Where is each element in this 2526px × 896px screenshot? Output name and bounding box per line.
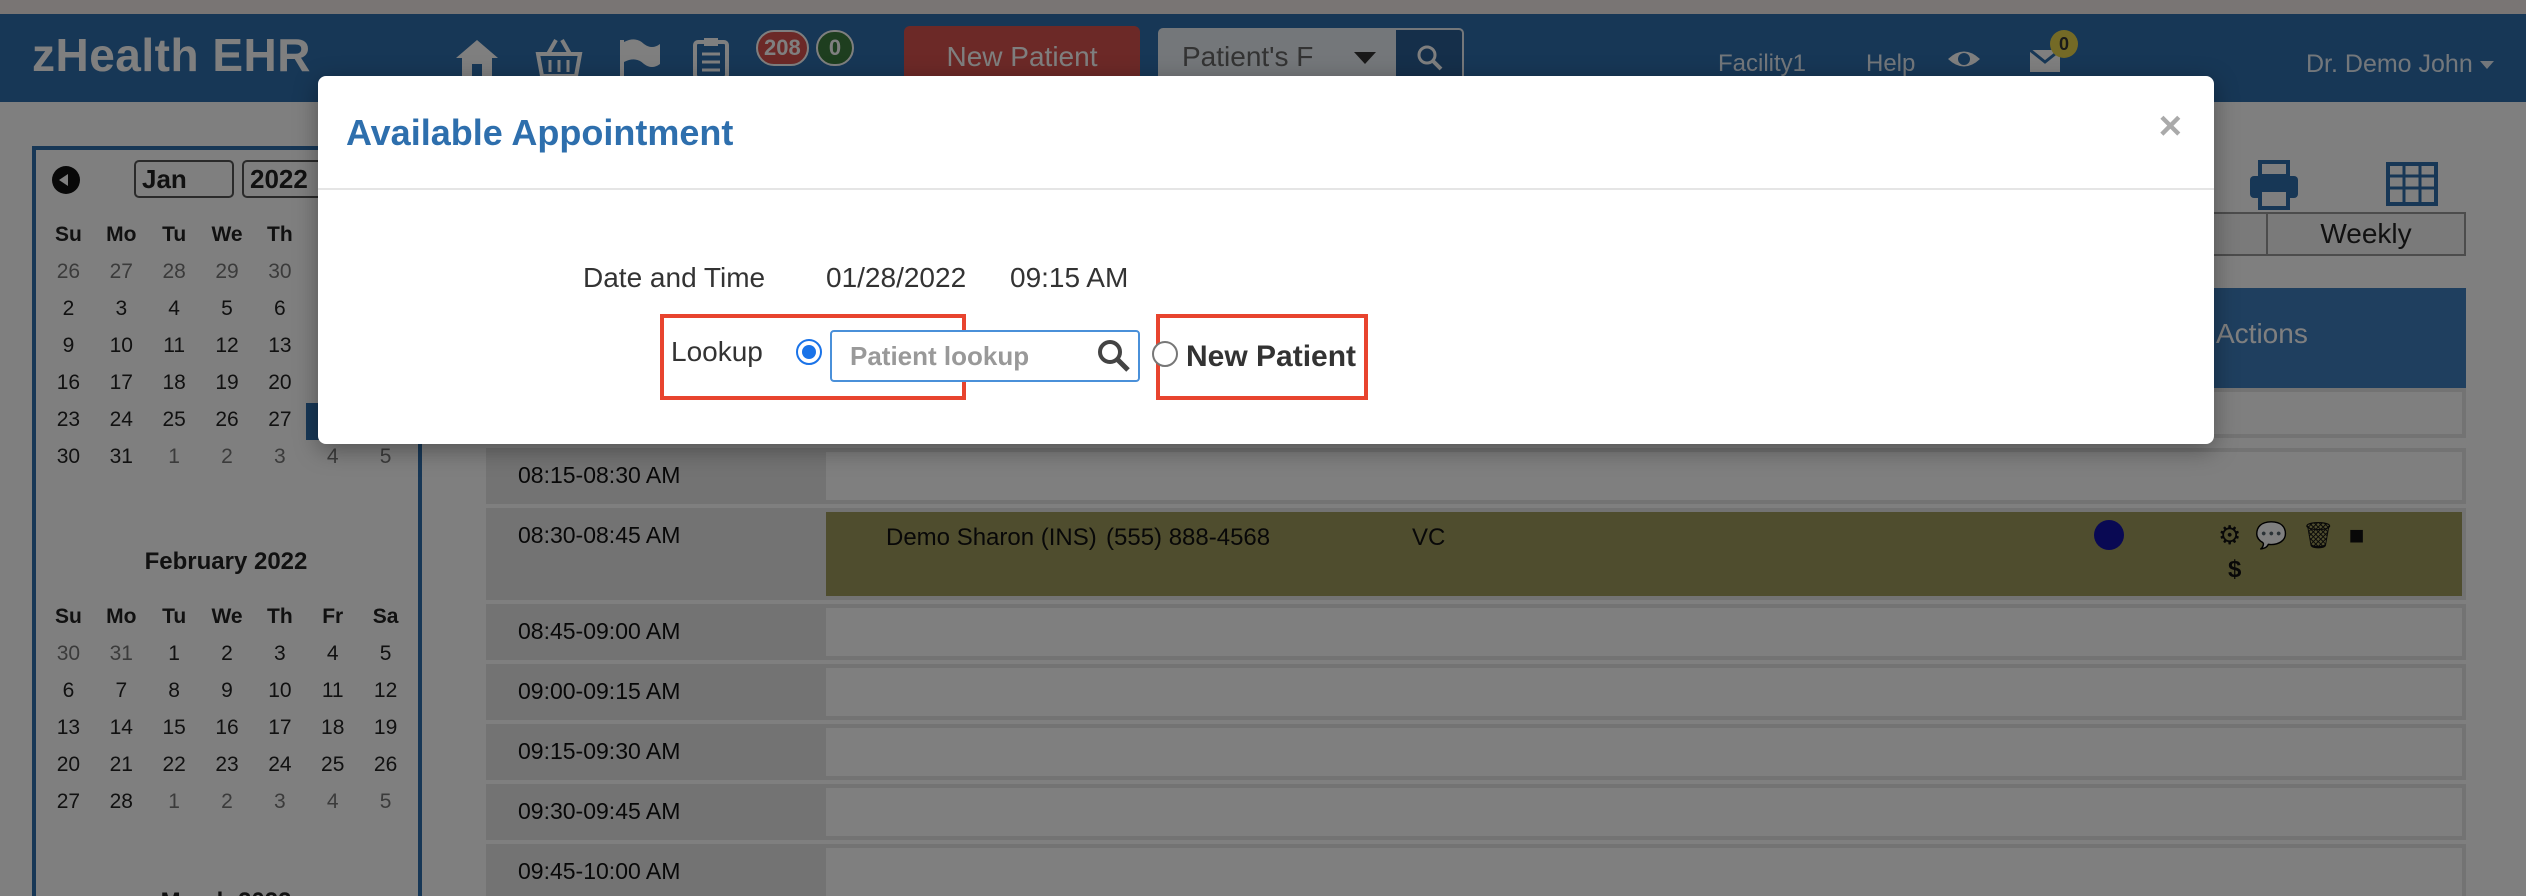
lookup-radio[interactable] xyxy=(796,339,822,365)
appointment-time: 09:15 AM xyxy=(1010,262,1129,293)
date-time-label: Date and Time xyxy=(583,262,766,293)
appointment-date: 01/28/2022 xyxy=(826,262,967,293)
new-patient-radio[interactable] xyxy=(1152,341,1178,367)
close-icon[interactable]: × xyxy=(2159,106,2182,146)
search-icon[interactable] xyxy=(1096,338,1132,374)
modal-divider xyxy=(318,188,2214,190)
patient-lookup-input[interactable] xyxy=(830,330,1140,382)
available-appointment-modal: Available Appointment × Date and Time 01… xyxy=(318,76,2214,444)
lookup-label: Lookup xyxy=(671,336,763,367)
modal-title: Available Appointment xyxy=(346,112,734,153)
new-patient-option-label[interactable]: New Patient xyxy=(1186,340,1356,374)
